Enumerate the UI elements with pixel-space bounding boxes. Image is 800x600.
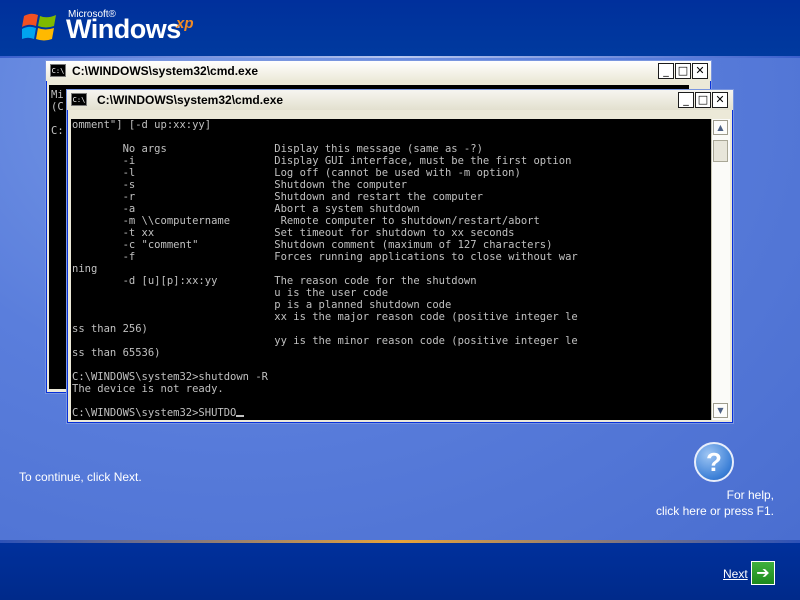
cmd-window-front[interactable]: C:\ C:\WINDOWS\system32\cmd.exe _ □ ✕ om… <box>66 89 734 424</box>
minimize-button[interactable]: _ <box>678 92 694 108</box>
close-button[interactable]: ✕ <box>712 92 728 108</box>
minimize-button[interactable]: _ <box>658 63 674 79</box>
window-title: C:\WINDOWS\system32\cmd.exe <box>97 93 284 107</box>
next-link[interactable]: Next <box>723 567 748 581</box>
console-output: omment"] [-d up:xx:yy] No args Display t… <box>72 119 578 419</box>
cmd-icon: C:\ <box>71 93 87 106</box>
scroll-down-button[interactable]: ▼ <box>713 403 728 418</box>
help-icon[interactable]: ? <box>694 442 734 482</box>
cmd-icon: C:\ <box>50 64 66 77</box>
title-bar[interactable]: C:\ C:\WINDOWS\system32\cmd.exe _ □ ✕ <box>46 61 711 81</box>
maximize-button[interactable]: □ <box>695 92 711 108</box>
scroll-thumb[interactable] <box>713 140 728 162</box>
maximize-button[interactable]: □ <box>675 63 691 79</box>
next-arrow-icon[interactable]: ➔ <box>751 561 775 585</box>
window-title: C:\WINDOWS\system32\cmd.exe <box>72 64 259 78</box>
windows-flag-icon <box>22 13 56 41</box>
vertical-scrollbar[interactable]: ▲ ▼ <box>711 119 730 420</box>
console-text: omment"] [-d up:xx:yy] No args Display t… <box>71 119 711 419</box>
continue-instruction: To continue, click Next. <box>19 470 142 484</box>
title-bar[interactable]: C:\ C:\WINDOWS\system32\cmd.exe _ □ ✕ <box>67 90 733 110</box>
console-area[interactable]: omment"] [-d up:xx:yy] No args Display t… <box>71 119 711 420</box>
footer-band <box>0 543 800 600</box>
scroll-up-button[interactable]: ▲ <box>713 120 728 135</box>
help-line-2: click here or press F1. <box>655 504 774 518</box>
help-link[interactable]: For help, click here or press F1. <box>656 487 774 519</box>
header-band: Microsoft® Windows xp <box>0 0 800 56</box>
logo-xp: xp <box>176 15 194 32</box>
text-cursor <box>236 415 245 417</box>
help-line-1: For help, <box>726 488 774 502</box>
logo-windows: Windows <box>66 14 181 44</box>
close-button[interactable]: ✕ <box>692 63 708 79</box>
